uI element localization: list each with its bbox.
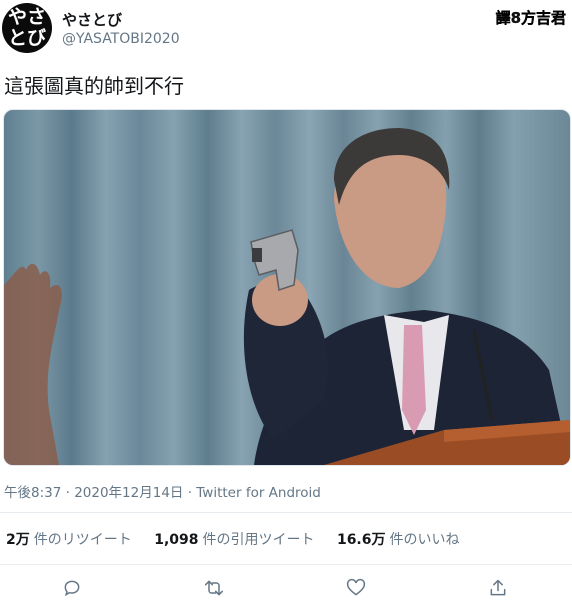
tweet-photo[interactable]: [3, 109, 571, 466]
retweets-count: 2万: [6, 532, 30, 548]
share-icon: [490, 579, 506, 596]
retweet-button[interactable]: [202, 576, 226, 600]
display-name[interactable]: やさとび: [62, 9, 122, 30]
share-button[interactable]: [486, 576, 510, 600]
likes-stat[interactable]: 16.6万 件のいいね: [337, 529, 460, 549]
quotes-count: 1,098: [154, 532, 199, 548]
divider: [0, 564, 572, 565]
user-handle[interactable]: @YASATOBI2020: [62, 31, 180, 47]
tweet-stats: 2万 件のリツイート 1,098 件の引用ツイート 16.6万 件のいいね: [6, 529, 478, 549]
avatar-text-bottom: とび: [7, 27, 46, 49]
avatar[interactable]: やさ とび: [2, 3, 52, 53]
divider: [0, 512, 572, 513]
reply-button[interactable]: [60, 576, 84, 600]
photo-illustration: [4, 128, 570, 465]
quotes-label: 件の引用ツイート: [202, 532, 315, 548]
raised-hand: [4, 263, 62, 465]
likes-count: 16.6万: [336, 532, 386, 548]
tweet-text: 這張圖真的帥到不行: [4, 74, 184, 98]
retweets-stat[interactable]: 2万 件のリツイート: [6, 529, 132, 549]
avatar-text-top: やさ: [7, 6, 46, 28]
translator-watermark: 譯8方吉君: [495, 9, 566, 27]
retweet-icon: [204, 580, 224, 596]
retweets-label: 件のリツイート: [33, 532, 132, 548]
tweet-timestamp[interactable]: 午後8:37 · 2020年12月14日 · Twitter for Andro…: [4, 481, 321, 501]
tweet-card: やさ とび やさとび @YASATOBI2020 譯8方吉君 這張圖真的帥到不行: [0, 0, 572, 605]
likes-label: 件のいいね: [389, 532, 460, 548]
like-icon: [346, 578, 366, 596]
like-button[interactable]: [344, 576, 368, 600]
reply-icon: [64, 580, 80, 597]
quotes-stat[interactable]: 1,098 件の引用ツイート: [154, 529, 314, 549]
